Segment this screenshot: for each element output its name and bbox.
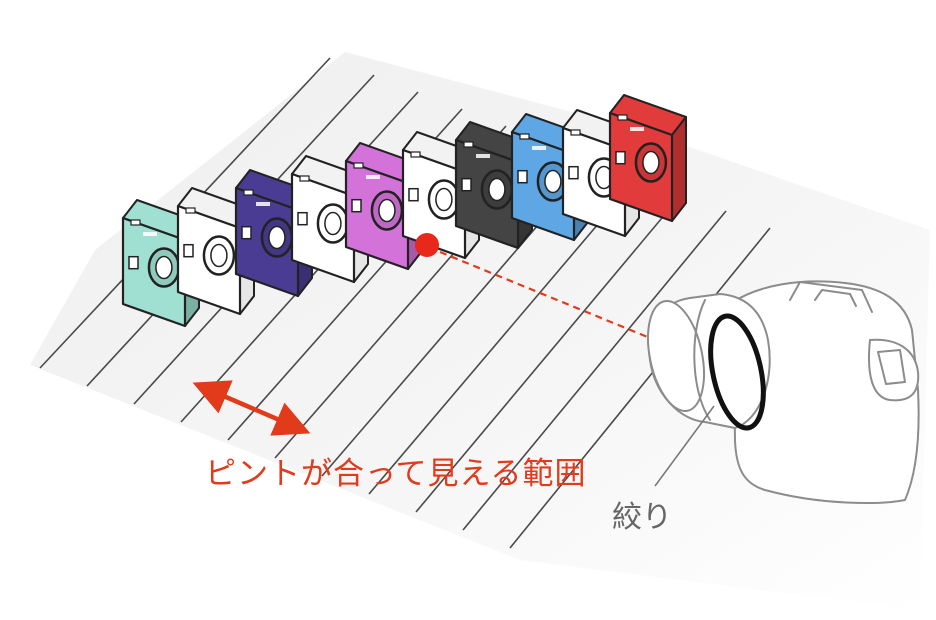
camera-flash (128, 255, 139, 270)
camera-shutter-button (519, 133, 530, 140)
camera-flash (241, 225, 252, 240)
camera-flash (297, 211, 308, 226)
camera-shutter-button (130, 219, 141, 226)
camera-flash (408, 187, 419, 202)
camera-flash (568, 165, 579, 180)
camera-flash (517, 169, 528, 184)
camera-brand-badge (143, 232, 157, 236)
camera-shutter-button (570, 129, 581, 136)
camera-flash (351, 198, 362, 213)
camera-shutter-button (463, 141, 474, 148)
camera-lens-glass (155, 255, 173, 280)
camera-brand-badge (366, 175, 380, 179)
camera-flash (615, 150, 626, 165)
focus-range-diagram (30, 52, 930, 610)
camera-lens-glass (544, 169, 562, 194)
camera-shutter-button (185, 207, 196, 214)
camera-lens-glass (435, 187, 453, 212)
camera-flash (461, 177, 472, 192)
camera-lens-glass (268, 225, 286, 250)
camera-lens-glass (488, 177, 506, 202)
compact-camera (608, 94, 687, 223)
camera-lens-glass (324, 211, 342, 236)
camera-lens-glass (210, 243, 228, 268)
camera-shutter-button (353, 162, 364, 169)
camera-shutter-button (617, 114, 628, 121)
camera-shutter-button (243, 189, 254, 196)
camera-lens-glass (642, 150, 660, 175)
focus-point (415, 233, 439, 257)
camera-brand-badge (476, 154, 490, 158)
camera-shutter-button (299, 175, 310, 182)
camera-shutter-button (410, 151, 421, 158)
camera-brand-badge (532, 146, 546, 150)
aperture-label: 絞り (612, 500, 672, 535)
camera-lens-glass (378, 198, 396, 223)
camera-side-face (671, 116, 687, 222)
camera-brand-badge (630, 127, 644, 131)
focus-range-label: ピントが合って見える範囲 (205, 456, 587, 492)
camera-brand-badge (256, 202, 270, 206)
camera-flash (183, 243, 194, 258)
